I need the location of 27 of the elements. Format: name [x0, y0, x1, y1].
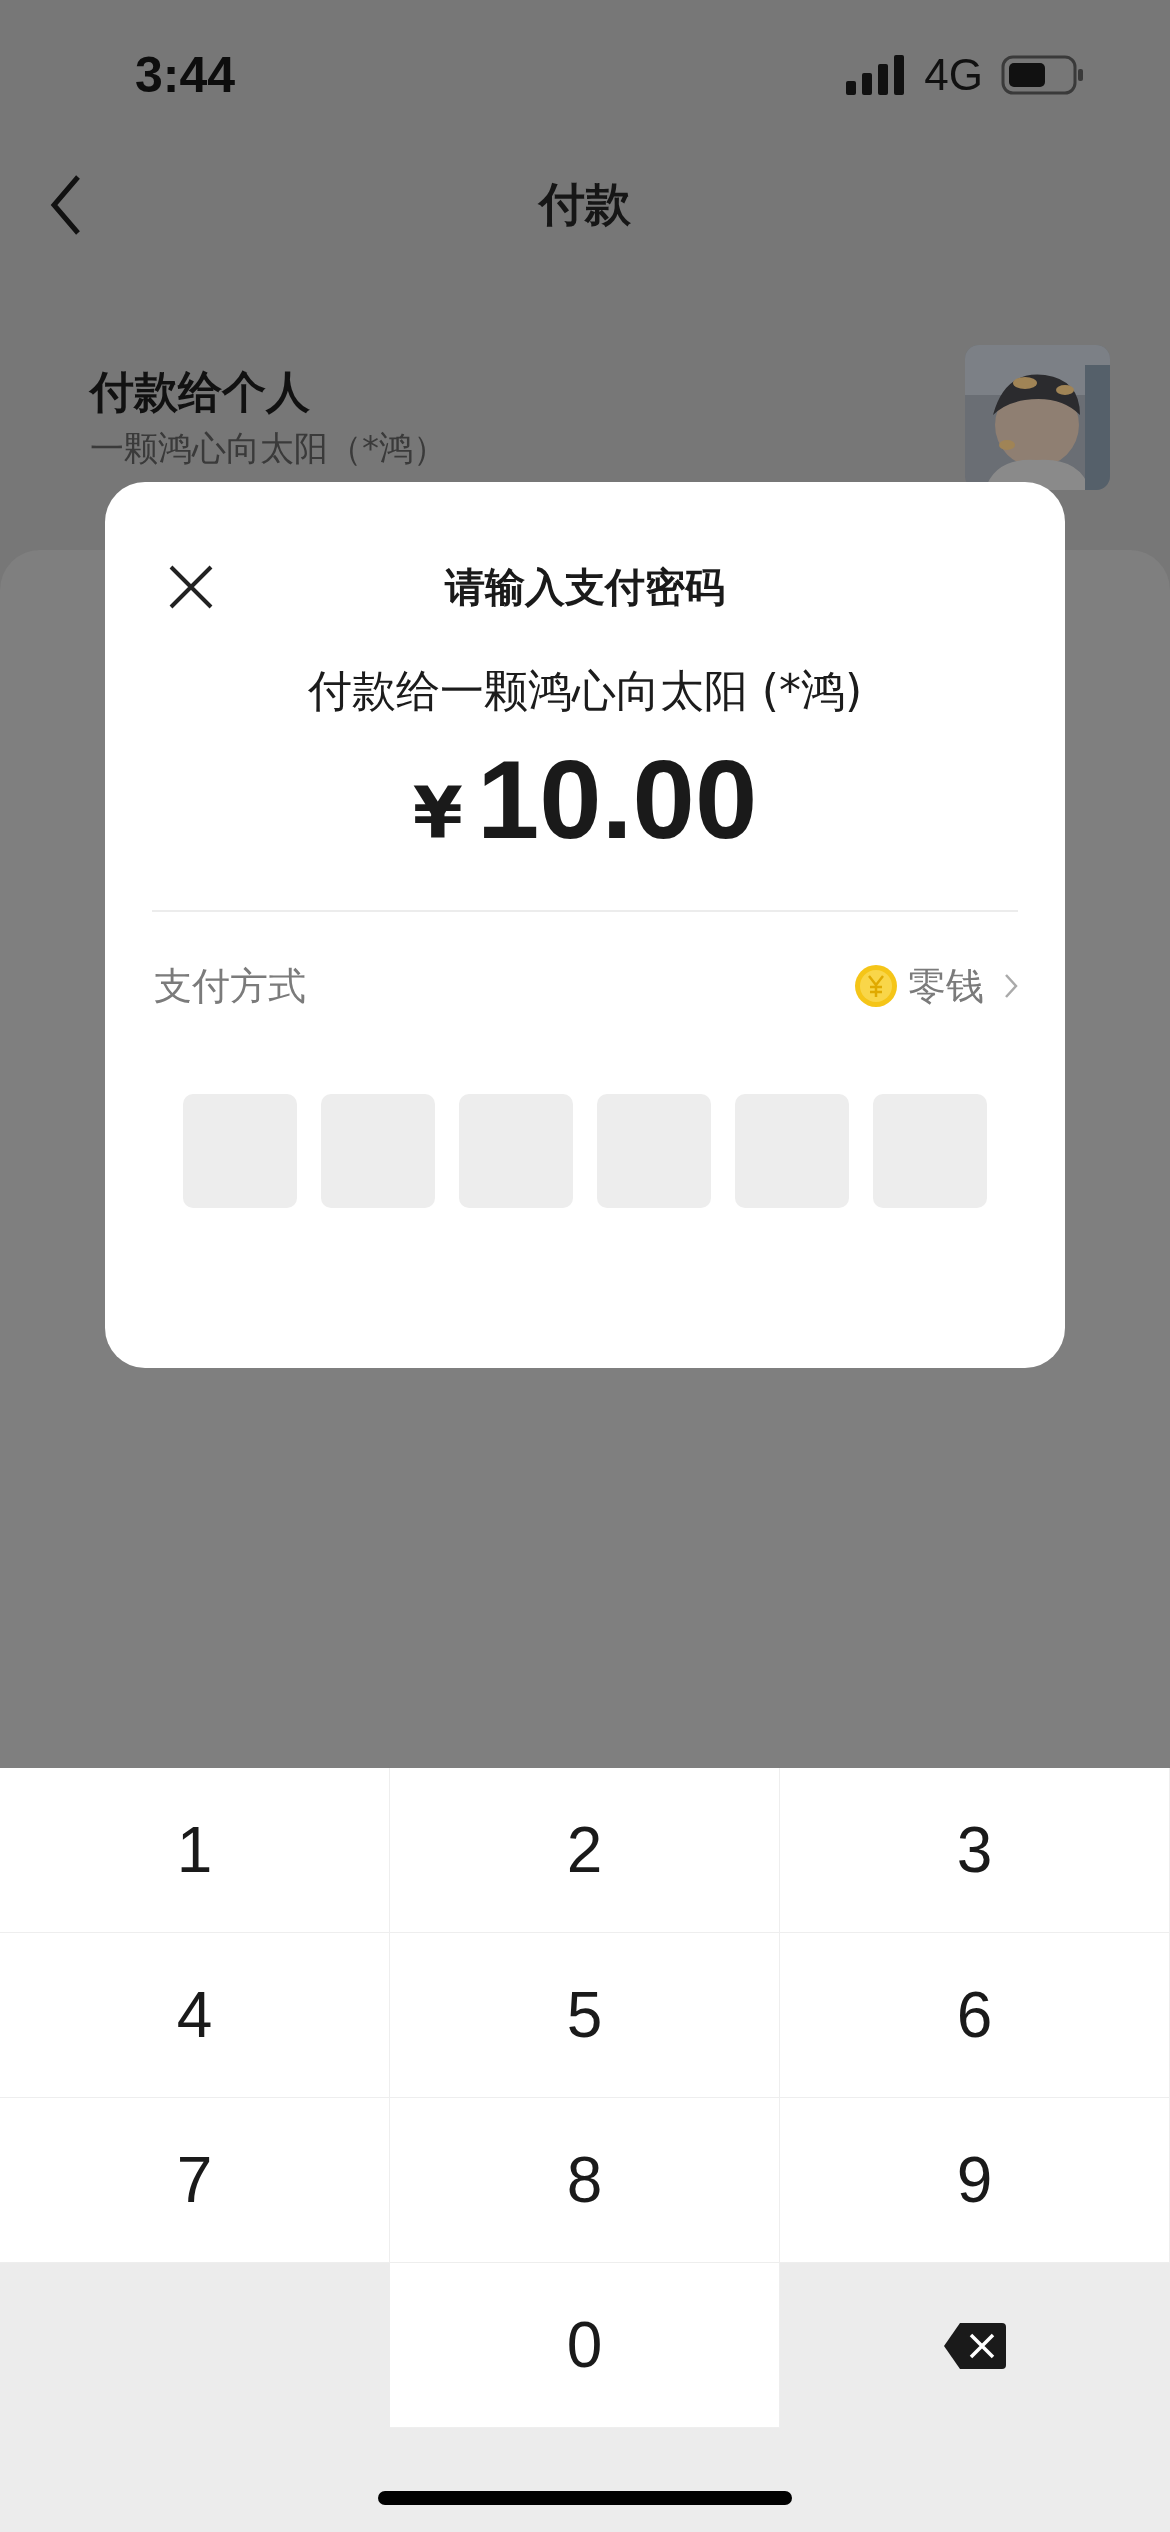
keypad-key[interactable]: 6 [780, 1933, 1170, 2098]
keypad-key[interactable]: 2 [390, 1768, 780, 1933]
keypad-key[interactable]: 7 [0, 2098, 390, 2263]
coin-icon [854, 964, 898, 1008]
keypad-key[interactable]: 3 [780, 1768, 1170, 1933]
chevron-icon[interactable] [1004, 973, 1018, 999]
signal-icon [846, 55, 907, 95]
keypad-key[interactable]: 4 [0, 1933, 390, 2098]
payment-method-value[interactable]: 零钱 [908, 960, 984, 1012]
keypad-key[interactable]: 9 [780, 2098, 1170, 2263]
currency-sign: ¥ [412, 771, 463, 855]
keypad-key[interactable]: 1 [0, 1768, 390, 1933]
backspace-icon[interactable] [944, 2322, 1006, 2369]
payee-line: 付款给一颗鸿心向太阳 (*鸿) [307, 664, 863, 718]
status-time: 3:44 [135, 46, 236, 104]
payee-heading: 付款给个人 [90, 364, 311, 419]
battery-icon [1001, 55, 1085, 95]
keypad-key[interactable]: 5 [390, 1933, 780, 2098]
keypad-key[interactable]: 0 [390, 2263, 780, 2428]
payment-method-label: 支付方式 [154, 962, 306, 1010]
close-icon[interactable] [169, 565, 213, 609]
keypad-key[interactable]: 8 [390, 2098, 780, 2263]
network-label: 4G [924, 50, 983, 100]
amount: 10.00 [476, 736, 758, 864]
dialog-title: 请输入支付密码 [445, 562, 725, 612]
payee-name: 一颗鸿心向太阳（*鸿） [90, 427, 447, 471]
page-title: 付款 [539, 176, 631, 233]
